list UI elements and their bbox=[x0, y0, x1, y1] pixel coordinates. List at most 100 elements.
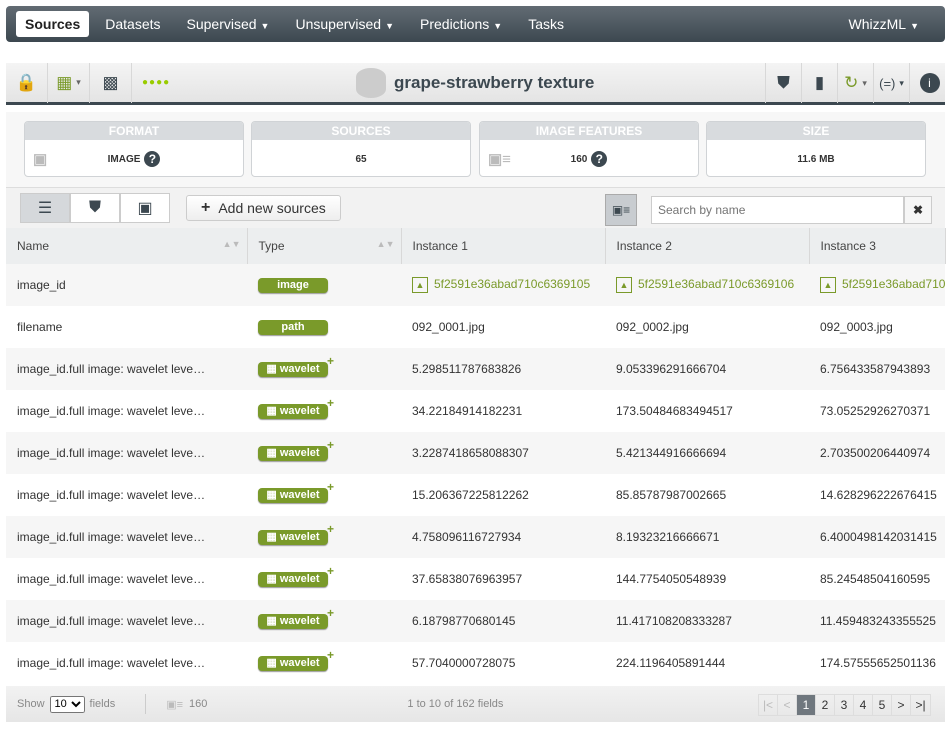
dataset-view-button[interactable]: ⛊ bbox=[70, 193, 120, 223]
add-label: Add new sources bbox=[218, 200, 326, 216]
caret-down-icon: ▼ bbox=[493, 21, 503, 31]
nav-unsupervised[interactable]: Unsupervised ▼ bbox=[285, 11, 404, 37]
configure-fields-icon[interactable]: ▦ ▾ bbox=[48, 62, 90, 103]
page-button[interactable]: 2 bbox=[816, 695, 835, 715]
nav-label: WhizzML bbox=[848, 16, 907, 32]
header-label: Instance 1 bbox=[412, 239, 468, 253]
column-header[interactable]: Instance 2 bbox=[605, 228, 810, 264]
caret-down-icon: ▼ bbox=[385, 21, 394, 31]
field-name: image_id.full image: wavelet leve… bbox=[17, 572, 206, 586]
unlock-share-icon[interactable]: ▩ bbox=[90, 62, 132, 103]
column-header[interactable]: Instance 3 bbox=[809, 228, 946, 264]
field-name: image_id bbox=[6, 264, 247, 306]
plus-icon: + bbox=[326, 522, 334, 536]
table-row[interactable]: image_id.full image: wavelet leve… ▦ wave… bbox=[6, 600, 945, 642]
help-icon[interactable]: ? bbox=[144, 151, 161, 167]
model-config-icon[interactable]: ▮ bbox=[801, 63, 837, 103]
image-link[interactable]: ▲ 5f2591e36abad710c6369106 bbox=[616, 277, 794, 293]
card-image-features: IMAGE FEATURES ▣≡ 160? bbox=[479, 121, 699, 177]
search-input[interactable] bbox=[651, 196, 904, 224]
dataset-config-icon[interactable]: ⛊ bbox=[765, 63, 801, 103]
last-page-button[interactable]: >| bbox=[911, 695, 930, 715]
caret-down-icon: ▼ bbox=[910, 21, 919, 31]
add-new-sources-button[interactable]: + Add new sources bbox=[186, 195, 341, 221]
cell-value: 144.7754050548939 bbox=[616, 572, 727, 586]
cell-value: 15.206367225812262 bbox=[412, 488, 529, 502]
list-view-button[interactable]: ☰ bbox=[20, 193, 70, 223]
header-label: Instance 3 bbox=[820, 239, 876, 253]
page-button[interactable]: 3 bbox=[835, 695, 854, 715]
column-header[interactable]: Name ▲▼ bbox=[6, 228, 248, 264]
table-row[interactable]: image_id.full image: wavelet leve… ▦ wave… bbox=[6, 390, 945, 432]
cell-value: 092_0002.jpg bbox=[616, 320, 689, 334]
type-badge: ▦ wavelet + bbox=[258, 480, 334, 503]
table-row[interactable]: image_id.full image: wavelet leve… ▦ wave… bbox=[6, 516, 945, 558]
image-link[interactable]: ▲ 5f2591e36abad710c6369105 bbox=[412, 277, 590, 293]
nav-whizzml[interactable]: WhizzML ▼ bbox=[839, 11, 929, 37]
table-controls: ☰ ⛊ ▣ + Add new sources ▣≡ ✖ bbox=[6, 188, 945, 228]
grid-icon: ▦ bbox=[266, 447, 280, 459]
image-features-toggle[interactable]: ▣≡ bbox=[605, 194, 637, 226]
image-icon: ▲ bbox=[616, 277, 632, 293]
table-row[interactable]: image_id.full image: wavelet leve… ▦ wave… bbox=[6, 558, 945, 600]
cell-value: 6.18798770680145 bbox=[401, 600, 605, 642]
nav-tasks[interactable]: Tasks bbox=[518, 11, 574, 37]
card-value: 65 bbox=[355, 153, 367, 165]
clear-search-button[interactable]: ✖ bbox=[904, 196, 932, 224]
summary-cards: FORMAT ▣ IMAGE? SOURCES 65 IMAGE FEATURES ▣≡… bbox=[6, 112, 945, 188]
table-row[interactable]: image_id.full image: wavelet leve… ▦ wave… bbox=[6, 642, 945, 684]
nav-sources[interactable]: Sources bbox=[16, 11, 90, 37]
table-row[interactable]: image_id.full image: wavelet leve… ▦ wave… bbox=[6, 432, 945, 474]
header-label: Name bbox=[17, 239, 50, 253]
help-icon[interactable]: ? bbox=[591, 151, 608, 167]
image-view-button[interactable]: ▣ bbox=[120, 193, 170, 223]
range-label: 1 to 10 of 162 fields bbox=[407, 698, 504, 710]
nav-supervised[interactable]: Supervised ▼ bbox=[177, 11, 280, 37]
grid-icon: ▦ bbox=[266, 615, 280, 627]
plus-icon: + bbox=[326, 438, 334, 452]
image-icon: ▣ bbox=[33, 151, 48, 168]
column-header[interactable]: Instance 1 bbox=[401, 228, 606, 264]
lock-icon[interactable]: 🔒 bbox=[6, 62, 48, 103]
field-name: image_id.full image: wavelet leve… bbox=[6, 516, 247, 558]
card-format: FORMAT ▣ IMAGE? bbox=[24, 121, 244, 177]
next-page-button[interactable]: > bbox=[892, 695, 911, 715]
table-row[interactable]: image_id.full image: wavelet leve… ▦ wave… bbox=[6, 348, 945, 390]
table-row[interactable]: filename path 092_0001.jpg 092_0002.jpg 092_… bbox=[6, 306, 945, 348]
cell-value: 5.421344916666694 bbox=[605, 432, 809, 474]
column-header[interactable]: Type ▲▼ bbox=[247, 228, 402, 264]
plus-icon: + bbox=[326, 606, 334, 620]
nav-predictions[interactable]: Predictions ▼ bbox=[410, 11, 512, 37]
type-badge: ▦ wavelet + bbox=[258, 648, 334, 671]
page-button[interactable]: 5 bbox=[873, 695, 892, 715]
first-page-button[interactable]: |< bbox=[759, 695, 778, 715]
formula-icon[interactable]: (=) ▾ bbox=[873, 63, 909, 103]
page-size-select[interactable]: 10 bbox=[49, 695, 85, 713]
image-features-icon: ▣≡ bbox=[166, 698, 184, 711]
sort-icon[interactable]: ▲▼ bbox=[223, 239, 241, 249]
cell-value: 57.7040000728075 bbox=[412, 656, 516, 670]
table-row[interactable]: image_id.full image: wavelet leve… ▦ wave… bbox=[6, 474, 945, 516]
source-toolbar: 🔒 ▦ ▾ ▩ ●●●● grape-strawberry texture ⛊ ▮… bbox=[6, 62, 945, 105]
type-badge: ▦ wavelet + bbox=[258, 438, 334, 461]
page-button[interactable]: 4 bbox=[854, 695, 873, 715]
plus-icon: + bbox=[326, 564, 334, 578]
nav-label: Predictions bbox=[420, 16, 490, 32]
nav-label: Tasks bbox=[528, 16, 564, 32]
table-row[interactable]: image_id image ▲ 5f2591e36abad710c6369105 ▲ 5… bbox=[6, 264, 945, 306]
prev-page-button[interactable]: < bbox=[778, 695, 797, 715]
card-header: SIZE bbox=[707, 122, 925, 140]
page-button[interactable]: 1 bbox=[797, 695, 816, 715]
field-name: image_id.full image: wavelet leve… bbox=[17, 488, 206, 502]
nav-datasets[interactable]: Datasets bbox=[95, 11, 170, 37]
one-click-icon[interactable]: ↻ ▾ bbox=[837, 63, 873, 103]
nav-label: Sources bbox=[25, 16, 81, 32]
cell-value: 85.24548504160595 bbox=[820, 572, 931, 586]
top-nav: Sources Datasets Supervised ▼ Unsupervised ▼ P… bbox=[6, 6, 945, 42]
image-link[interactable]: ▲5f2591e36abad710c6369107 bbox=[820, 277, 945, 293]
nav-label: Datasets bbox=[105, 16, 161, 32]
plus-icon: + bbox=[201, 199, 211, 216]
sort-icon[interactable]: ▲▼ bbox=[377, 239, 395, 249]
info-icon[interactable]: i bbox=[909, 63, 945, 103]
source-icon bbox=[356, 68, 386, 98]
